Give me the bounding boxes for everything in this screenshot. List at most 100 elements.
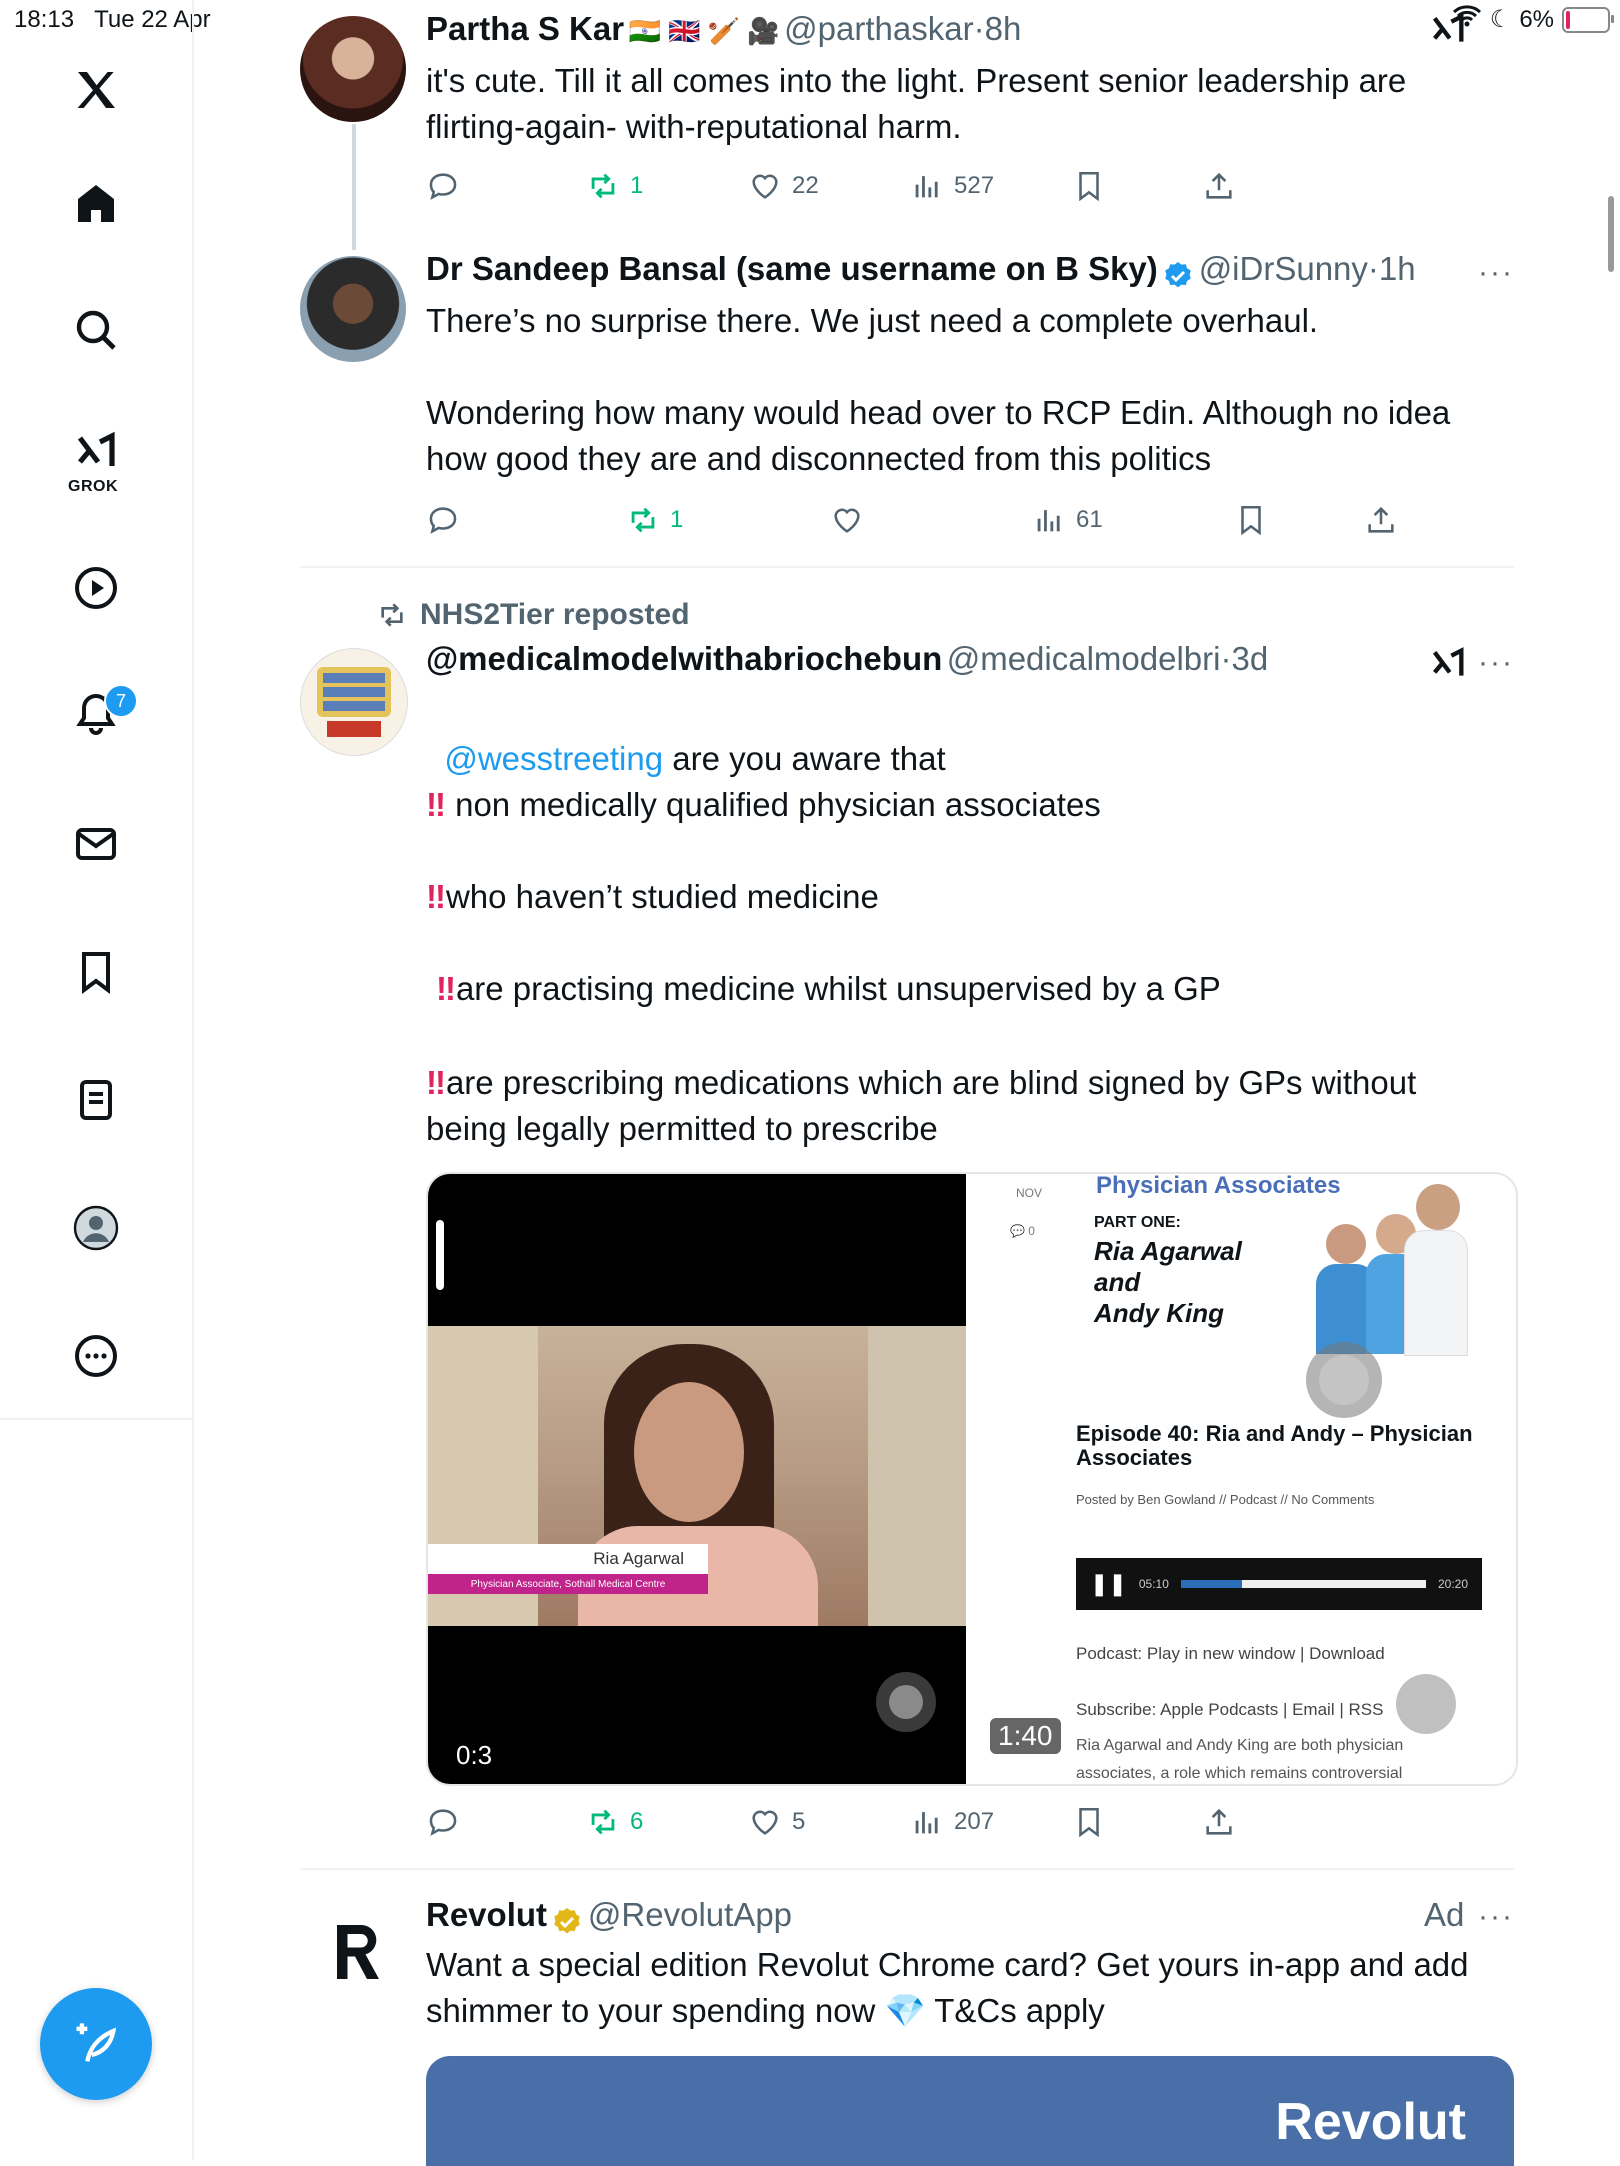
caption-name: Ria Agarwal [428, 1544, 708, 1574]
author-name[interactable]: Partha S Kar [426, 10, 624, 47]
reply-button[interactable] [426, 169, 460, 203]
grok-icon[interactable] [1428, 10, 1468, 55]
author-handle[interactable]: @medicalmodelbri [947, 640, 1221, 677]
views-button[interactable]: 527 [910, 169, 994, 203]
like-button[interactable] [830, 503, 864, 537]
webpage-preview[interactable]: NOV 💬 0 Physician Associates PART ONE: R… [976, 1174, 1516, 1784]
reply-icon [429, 507, 457, 534]
verified-badge-icon [1162, 260, 1194, 292]
video-control-button[interactable] [876, 1672, 936, 1732]
battery-icon [1562, 6, 1614, 33]
battery-percent: 6% [1519, 5, 1554, 33]
avatar[interactable] [300, 256, 406, 362]
post-time[interactable]: 1h [1379, 250, 1416, 287]
audio-progress[interactable] [1180, 1580, 1426, 1588]
avatar[interactable] [300, 16, 406, 122]
caption-role: Physician Associate, Sothall Medical Cen… [428, 1574, 708, 1594]
web-title: Physician Associates [1096, 1172, 1341, 1199]
scrollbar[interactable] [1608, 196, 1614, 272]
bookmark-icon [1241, 505, 1261, 536]
video-player[interactable]: Ria Agarwal Physician Associate, Sothall… [428, 1174, 966, 1784]
bullet-line: ‼are prescribing medications which are b… [426, 1064, 1417, 1147]
reply-button[interactable] [426, 503, 460, 537]
repost-icon [381, 603, 403, 627]
profile-icon[interactable] [62, 1194, 130, 1262]
bullet-line: ‼are practising medicine whilst unsuperv… [436, 970, 1221, 1007]
post-divider [300, 1868, 1514, 1870]
author-handle[interactable]: @iDrSunny [1199, 250, 1368, 287]
overlay-button[interactable] [1396, 1674, 1456, 1734]
exclamation-icon: ‼ [426, 1064, 446, 1101]
share-button[interactable] [1364, 503, 1398, 537]
revolut-logo-icon[interactable] [322, 1916, 394, 1988]
video-icon[interactable] [62, 554, 130, 622]
lists-icon[interactable] [62, 1066, 130, 1134]
views-button[interactable]: 207 [910, 1805, 994, 1839]
more-icon[interactable] [62, 1322, 130, 1390]
more-options-button[interactable]: ··· [1478, 1900, 1514, 1934]
overlay-button[interactable] [1306, 1342, 1382, 1418]
doctors-illustration [1316, 1184, 1468, 1356]
home-icon[interactable] [62, 170, 130, 238]
mention-link[interactable]: @wesstreeting [444, 740, 663, 777]
post-header: Dr Sandeep Bansal (same username on B Sk… [426, 250, 1416, 292]
author-name[interactable]: Dr Sandeep Bansal (same username on B Sk… [426, 250, 1158, 287]
pause-icon[interactable]: ❚❚ [1090, 1571, 1127, 1597]
video-frame: Ria Agarwal Physician Associate, Sothall… [428, 1326, 966, 1626]
web-part: PART ONE: [1094, 1214, 1181, 1231]
grok-icon[interactable] [1428, 644, 1468, 689]
verified-gold-badge-icon [551, 1906, 583, 1938]
more-options-button[interactable]: ··· [1478, 256, 1514, 290]
avatar[interactable] [300, 648, 408, 756]
repost-context[interactable]: NHS2Tier reposted [376, 598, 690, 632]
audio-player[interactable]: ❚❚ 05:10 20:20 [1076, 1558, 1482, 1610]
messages-icon[interactable] [62, 810, 130, 878]
like-button[interactable]: 22 [748, 169, 819, 203]
grok-label: GROK [68, 478, 118, 495]
bookmark-button[interactable] [1072, 169, 1106, 203]
share-icon [1206, 1808, 1232, 1835]
repost-button[interactable]: 6 [586, 1805, 643, 1839]
podcast-links[interactable]: Podcast: Play in new window | Download [1076, 1644, 1385, 1664]
compose-post-button[interactable] [40, 1988, 152, 2100]
repost-icon [591, 173, 615, 199]
views-button[interactable]: 61 [1032, 503, 1103, 537]
video-duration: 1:40 [990, 1718, 1061, 1754]
posted-by: Posted by Ben Gowland // Podcast // No C… [1076, 1492, 1375, 1507]
heart-icon [752, 1810, 778, 1835]
author-handle[interactable]: @RevolutApp [588, 1896, 792, 1933]
web-names: Ria Agarwal and Andy King [1094, 1236, 1242, 1328]
bookmark-icon [1079, 171, 1099, 202]
more-options-button[interactable]: ··· [1478, 646, 1514, 680]
ad-label: Ad [1424, 1896, 1465, 1933]
repost-button[interactable]: 1 [626, 503, 683, 537]
like-button[interactable]: 5 [748, 1805, 805, 1839]
bullet-line: ‼who haven’t studied medicine [426, 878, 879, 915]
views-icon [915, 1812, 938, 1834]
grok-icon[interactable] [62, 418, 130, 486]
post-text: @wesstreeting are you aware that [444, 740, 946, 777]
media-grid[interactable]: Ria Agarwal Physician Associate, Sothall… [426, 1172, 1518, 1786]
author-name[interactable]: @medicalmodelwithabriochebun [426, 640, 942, 677]
subscribe-links[interactable]: Subscribe: Apple Podcasts | Email | RSS [1076, 1700, 1383, 1720]
share-button[interactable] [1202, 169, 1236, 203]
post-text: Want a special edition Revolut Chrome ca… [426, 1946, 1469, 2029]
author-name[interactable]: Revolut [426, 1896, 547, 1933]
bookmark-button[interactable] [1072, 1805, 1106, 1839]
reply-button[interactable] [426, 1805, 460, 1839]
post-actions: 1 22 527 [426, 166, 1514, 206]
post-time[interactable]: 8h [985, 10, 1022, 47]
comment-count: 💬 0 [1010, 1224, 1035, 1238]
author-handle[interactable]: @parthaskar [784, 10, 973, 47]
bookmarks-icon[interactable] [62, 938, 130, 1006]
post-time[interactable]: 3d [1231, 640, 1268, 677]
ad-image[interactable]: Revolut [426, 2056, 1514, 2166]
search-icon[interactable] [62, 296, 130, 364]
x-logo-icon[interactable] [62, 56, 130, 124]
post-header: @medicalmodelwithabriochebun @medicalmod… [426, 640, 1269, 677]
bullet-line: ‼ non medically qualified physician asso… [426, 786, 1101, 823]
reply-icon [429, 173, 457, 200]
share-button[interactable] [1202, 1805, 1236, 1839]
bookmark-button[interactable] [1234, 503, 1268, 537]
repost-button[interactable]: 1 [586, 169, 643, 203]
